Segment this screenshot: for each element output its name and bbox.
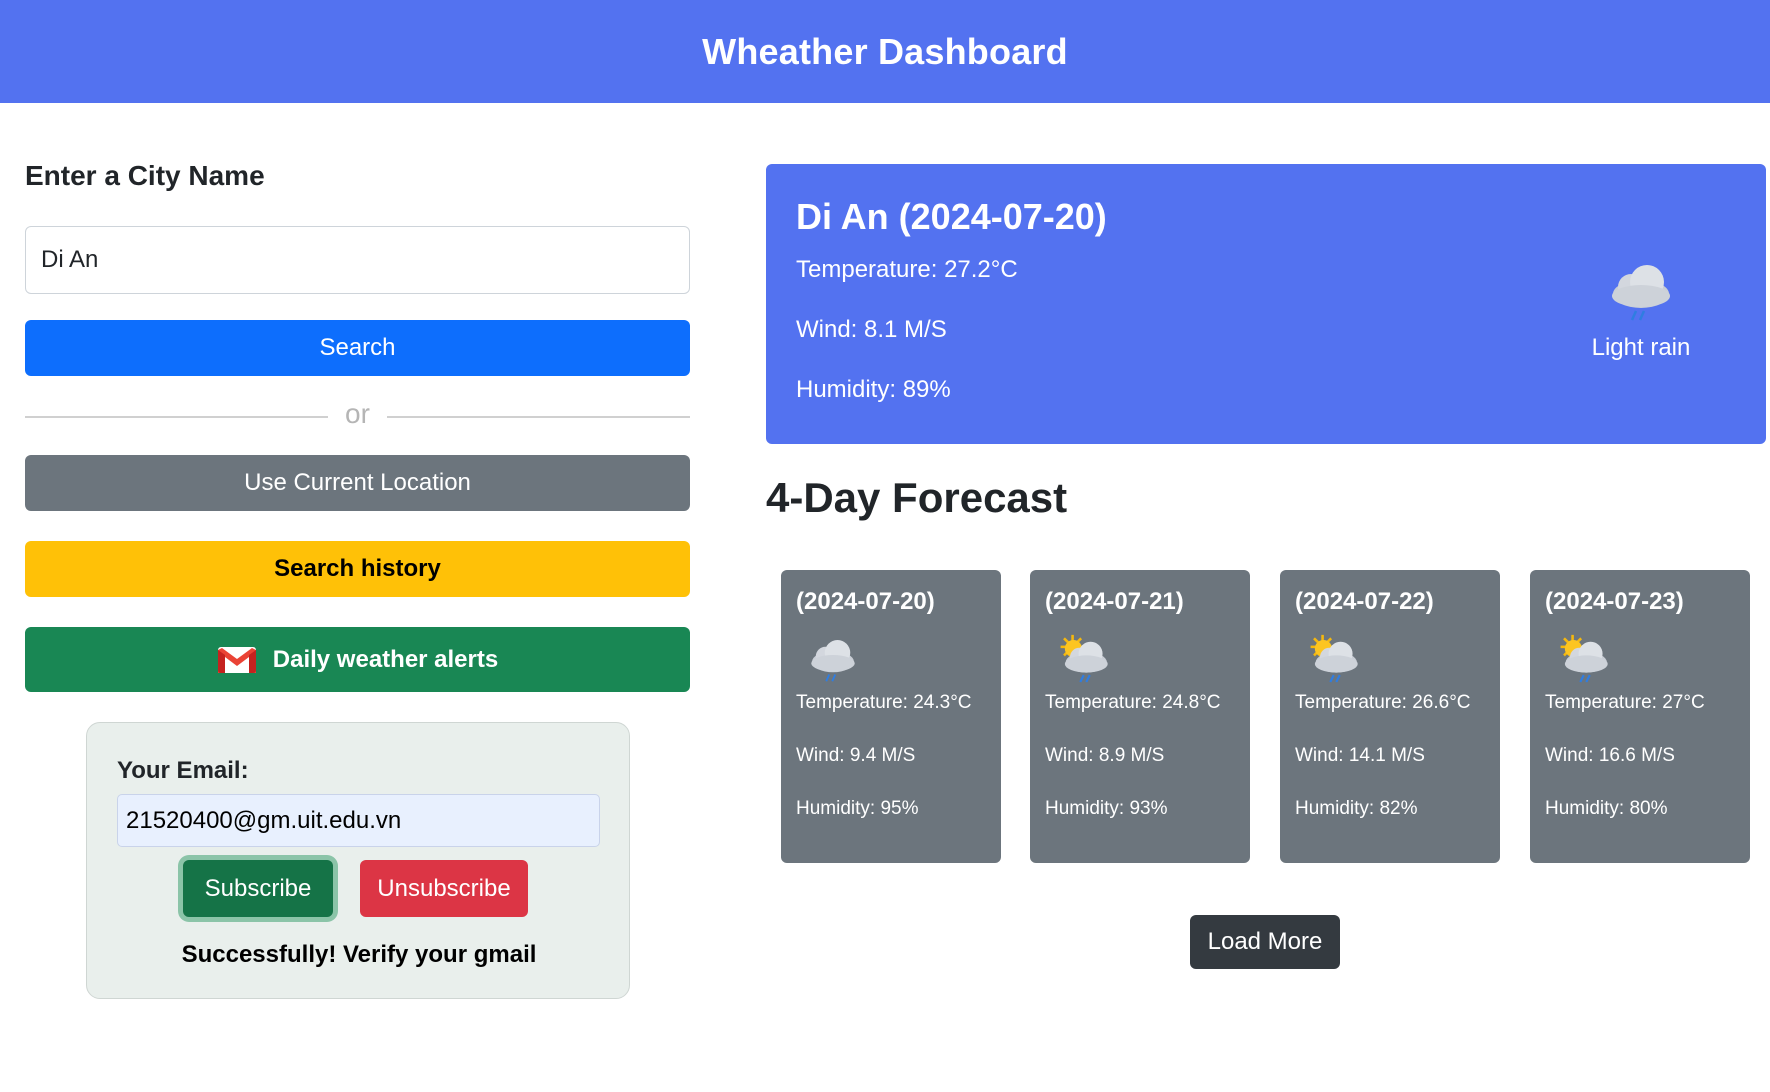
- forecast-temperature: Temperature: 24.3°C: [796, 692, 972, 713]
- app-header: Wheather Dashboard: [0, 0, 1770, 103]
- unsubscribe-button[interactable]: Unsubscribe: [360, 860, 528, 917]
- forecast-wind: Wind: 16.6 M/S: [1545, 745, 1675, 766]
- current-weather-description: Light rain: [1591, 334, 1691, 361]
- email-input[interactable]: [117, 794, 600, 847]
- search-button[interactable]: Search: [25, 320, 690, 376]
- current-weather-card: Di An (2024-07-20) Temperature: 27.2°C W…: [766, 164, 1766, 444]
- light-rain-cloud-icon: [810, 639, 856, 683]
- search-panel: Enter a City Name Search or Use Current …: [25, 160, 690, 999]
- sun-cloud-rain-icon: [1059, 633, 1109, 684]
- app-title: Wheather Dashboard: [702, 30, 1068, 72]
- forecast-temperature: Temperature: 27°C: [1545, 692, 1705, 713]
- forecast-date: (2024-07-23): [1545, 588, 1684, 615]
- forecast-temperature: Temperature: 24.8°C: [1045, 692, 1221, 713]
- forecast-wind: Wind: 9.4 M/S: [796, 745, 916, 766]
- forecast-title: 4-Day Forecast: [766, 474, 1068, 521]
- forecast-date: (2024-07-22): [1295, 588, 1434, 615]
- current-wind: Wind: 8.1 M/S: [796, 316, 947, 343]
- gmail-icon: [217, 646, 256, 673]
- sun-cloud-rain-icon: [1309, 633, 1359, 684]
- load-more-button[interactable]: Load More: [1190, 915, 1340, 969]
- forecast-card: (2024-07-21) Temperature: 24.8°C Wind: 8…: [1030, 570, 1250, 863]
- current-weather-title: Di An (2024-07-20): [796, 196, 1107, 237]
- divider-line-right: [387, 416, 690, 418]
- city-input[interactable]: [25, 226, 690, 294]
- forecast-humidity: Humidity: 82%: [1295, 798, 1418, 819]
- divider-or-text: or: [345, 398, 370, 429]
- divider-line-left: [25, 416, 328, 418]
- use-current-location-button[interactable]: Use Current Location: [25, 455, 690, 511]
- forecast-card: (2024-07-22) Temperature: 26.6°C Wind: 1…: [1280, 570, 1500, 863]
- forecast-card: (2024-07-23) Temperature: 27°C Wind: 16.…: [1530, 570, 1750, 863]
- sun-cloud-rain-icon: [1559, 633, 1609, 684]
- forecast-card: (2024-07-20) Temperature: 24.3°C Wind: 9…: [781, 570, 1001, 863]
- current-humidity: Humidity: 89%: [796, 376, 951, 403]
- subscription-status: Successfully! Verify your gmail: [181, 941, 537, 968]
- forecast-wind: Wind: 8.9 M/S: [1045, 745, 1165, 766]
- forecast-date: (2024-07-20): [796, 588, 935, 615]
- forecast-date: (2024-07-21): [1045, 588, 1184, 615]
- search-history-button[interactable]: Search history: [25, 541, 690, 597]
- light-rain-cloud-icon: [1610, 263, 1672, 322]
- daily-weather-alerts-label: Daily weather alerts: [272, 645, 499, 673]
- daily-weather-alerts-button[interactable]: Daily weather alerts: [25, 627, 690, 692]
- forecast-humidity: Humidity: 93%: [1045, 798, 1168, 819]
- forecast-wind: Wind: 14.1 M/S: [1295, 745, 1425, 766]
- forecast-humidity: Humidity: 80%: [1545, 798, 1668, 819]
- forecast-humidity: Humidity: 95%: [796, 798, 919, 819]
- email-label: Your Email:: [117, 757, 249, 784]
- current-temperature: Temperature: 27.2°C: [796, 256, 1018, 283]
- city-label: Enter a City Name: [25, 160, 265, 191]
- subscription-box: Your Email: Subscribe Unsubscribe Succes…: [86, 722, 630, 999]
- forecast-temperature: Temperature: 26.6°C: [1295, 692, 1471, 713]
- or-divider: or: [25, 396, 690, 436]
- subscribe-button[interactable]: Subscribe: [183, 860, 333, 917]
